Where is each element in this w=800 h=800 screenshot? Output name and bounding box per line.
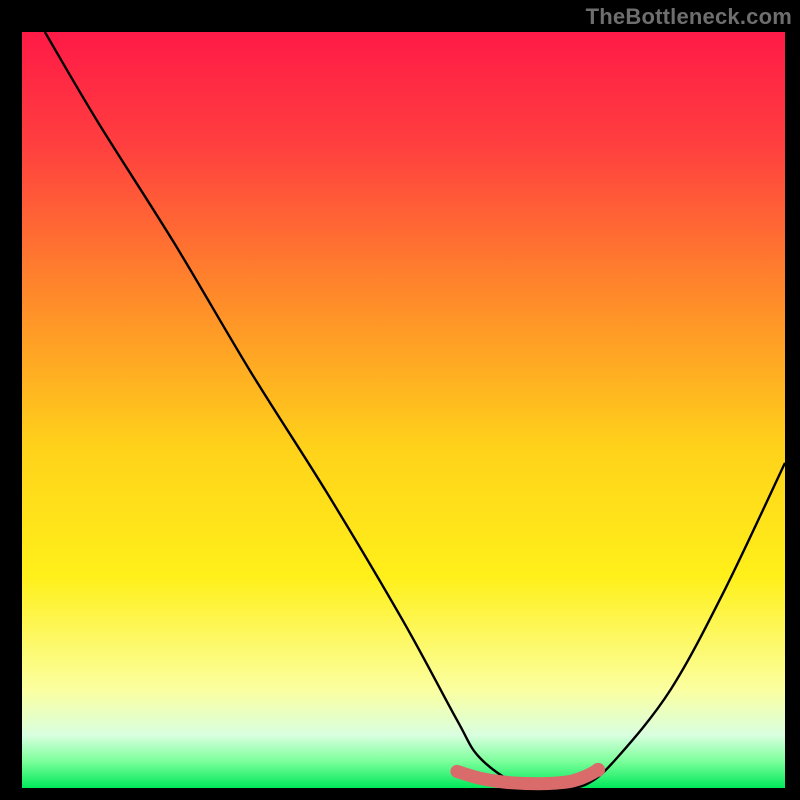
watermark: TheBottleneck.com [586, 4, 792, 30]
chart-gradient-area [22, 32, 785, 788]
chart-stage: TheBottleneck.com [0, 0, 800, 800]
optimal-range-end-dot [591, 763, 605, 777]
bottleneck-chart [0, 0, 800, 800]
